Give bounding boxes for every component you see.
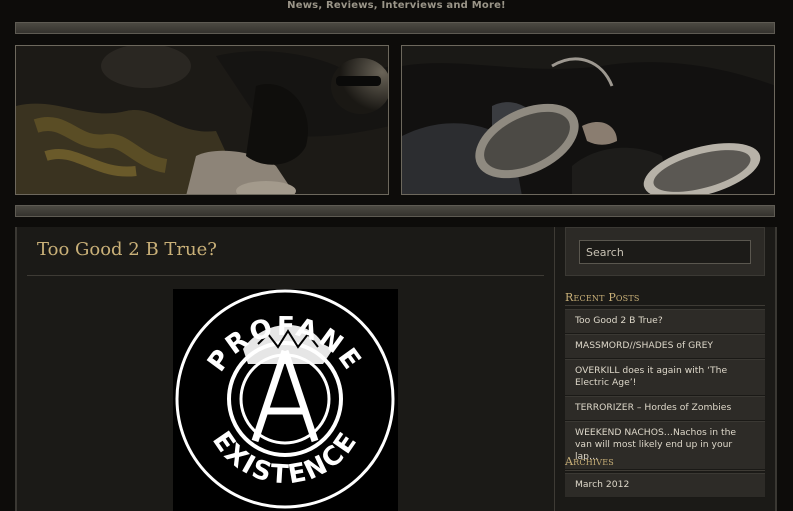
recent-post-link[interactable]: TERRORIZER – Hordes of Zombies: [575, 402, 731, 413]
banner-photo-right: [401, 45, 775, 195]
recent-posts-list: Too Good 2 B True? MASSMORD//SHADES of G…: [565, 309, 765, 470]
list-item: March 2012: [565, 473, 765, 498]
site-tagline: News, Reviews, Interviews and More!: [287, 0, 506, 11]
post-image[interactable]: PROFANE EXISTENCE: [173, 289, 398, 511]
archives-heading: Archives: [565, 455, 614, 468]
banner-photo-right-image: [402, 46, 774, 194]
archives-list: March 2012: [565, 473, 765, 498]
recent-post-link[interactable]: OVERKILL does it again with ‘The Electri…: [575, 365, 727, 388]
header-bar-bottom: [15, 205, 775, 217]
header-bar-top: [15, 22, 775, 34]
recent-post-link[interactable]: Too Good 2 B True?: [575, 315, 663, 326]
main-content: Too Good 2 B True? PROFANE EXISTENCE: [27, 227, 544, 511]
banner-photo-left: [15, 45, 389, 195]
list-item: MASSMORD//SHADES of GREY: [565, 334, 765, 359]
list-item: Too Good 2 B True?: [565, 309, 765, 334]
recent-posts-rule: [565, 305, 765, 306]
title-divider: [27, 275, 544, 276]
recent-post-link[interactable]: MASSMORD//SHADES of GREY: [575, 340, 713, 351]
search-input[interactable]: [579, 240, 751, 264]
recent-posts-heading: Recent Posts: [565, 291, 640, 304]
list-item: TERRORIZER – Hordes of Zombies: [565, 396, 765, 421]
list-item: OVERKILL does it again with ‘The Electri…: [565, 359, 765, 396]
search-widget: [565, 227, 765, 276]
archive-link[interactable]: March 2012: [575, 479, 629, 490]
archives-rule: [565, 470, 765, 471]
column-divider: [554, 227, 555, 511]
post-title-link[interactable]: Too Good 2 B True?: [37, 239, 217, 260]
banner-photo-left-image: [16, 46, 388, 194]
profane-existence-logo-image: PROFANE EXISTENCE: [173, 289, 398, 511]
